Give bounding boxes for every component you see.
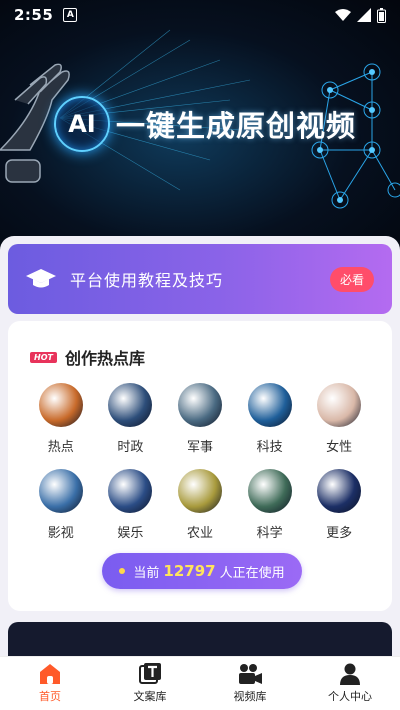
tab-copy-library[interactable]: 文案库 <box>100 657 200 710</box>
wheat-icon <box>177 469 222 513</box>
tab-video-library[interactable]: 视频库 <box>200 657 300 710</box>
must-see-button[interactable]: 必看 <box>329 266 374 292</box>
tab-home[interactable]: 首页 <box>0 657 100 710</box>
ai-logo: AI <box>54 96 110 152</box>
status-time: 2:55 <box>14 6 54 24</box>
battery-icon <box>377 7 386 23</box>
status-dot <box>119 568 126 574</box>
category-label: 农业 <box>186 526 213 541</box>
category-label: 更多 <box>326 526 353 541</box>
card-title: 创作热点库 <box>64 349 145 368</box>
category-label: 科学 <box>256 526 283 541</box>
category-label: 女性 <box>326 440 353 455</box>
usage-suffix: 人正在使用 <box>219 565 285 581</box>
tech-icon <box>247 383 292 427</box>
hot-topics-card: HOT 创作热点库 热点 时政 军事 科技 女性 影视 娱乐 农业 科学 更多 … <box>8 321 392 611</box>
category-grid: 热点 时政 军事 科技 女性 影视 娱乐 农业 科学 更多 <box>26 383 374 541</box>
category-label: 娱乐 <box>117 526 144 541</box>
hero-title-group: AI 一键生成原创视频 <box>54 96 356 152</box>
category-item[interactable]: 时政 <box>96 383 166 455</box>
category-item[interactable]: 军事 <box>165 383 235 455</box>
bottom-tab-bar: 首页 文案库 视频库 个人中心 <box>0 656 400 710</box>
wifi-icon <box>335 9 351 21</box>
leaf-icon <box>247 469 292 513</box>
tutorial-banner[interactable]: 平台使用教程及技巧 必看 <box>8 244 392 314</box>
home-icon <box>40 664 60 684</box>
video-camera-icon <box>239 664 262 684</box>
category-label: 热点 <box>47 440 74 455</box>
category-label: 时政 <box>117 440 144 455</box>
category-label: 军事 <box>186 440 213 455</box>
fire-icon <box>38 383 83 427</box>
hero-title: 一键生成原创视频 <box>116 109 357 143</box>
galaxy-icon <box>317 469 362 513</box>
category-label: 科技 <box>256 440 283 455</box>
category-item[interactable]: 娱乐 <box>96 469 166 541</box>
film-icon <box>38 469 83 513</box>
hot-badge: HOT <box>30 351 57 363</box>
card-header: HOT 创作热点库 <box>30 345 145 369</box>
usage-count: 12797 <box>163 562 216 580</box>
tab-label: 个人中心 <box>328 690 372 703</box>
jet-icon <box>177 383 222 427</box>
woman-icon <box>317 383 362 427</box>
category-item[interactable]: 科技 <box>235 383 305 455</box>
notification-a-icon: A <box>63 8 78 22</box>
usage-prefix: 当前 <box>133 565 160 581</box>
status-bar: 2:55 A <box>0 0 400 30</box>
tab-label: 首页 <box>39 690 61 703</box>
signal-icon <box>357 8 371 22</box>
user-icon <box>340 663 360 685</box>
text-doc-icon <box>139 663 161 684</box>
category-item[interactable]: 更多 <box>304 469 374 541</box>
category-item[interactable]: 科学 <box>235 469 305 541</box>
category-item[interactable]: 女性 <box>304 383 374 455</box>
tab-label: 文案库 <box>133 690 167 703</box>
microphone-icon <box>108 469 153 513</box>
tutorial-label: 平台使用教程及技巧 <box>70 271 224 290</box>
usage-counter: 当前 12797 人正在使用 <box>102 553 302 589</box>
category-item[interactable]: 热点 <box>26 383 96 455</box>
category-item[interactable]: 影视 <box>26 469 96 541</box>
tab-profile[interactable]: 个人中心 <box>300 657 400 710</box>
hero-banner: AI 一键生成原创视频 <box>0 0 400 250</box>
category-item[interactable]: 农业 <box>165 469 235 541</box>
satellite-icon <box>108 383 153 427</box>
tab-label: 视频库 <box>233 690 267 703</box>
category-label: 影视 <box>47 526 74 541</box>
graduation-cap-icon <box>26 265 56 293</box>
